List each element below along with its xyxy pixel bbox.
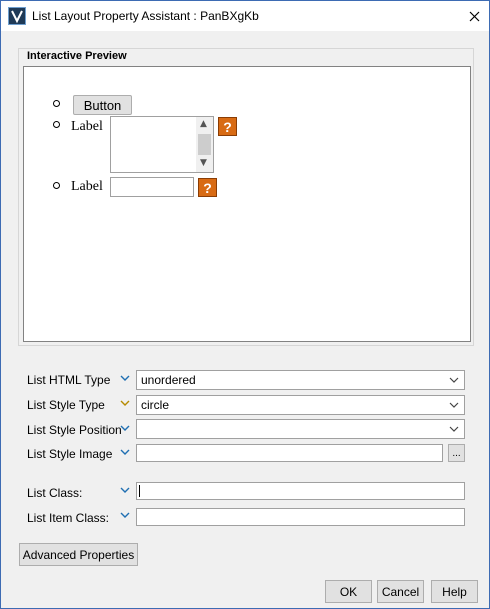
list-style-image-input[interactable] <box>136 444 443 462</box>
preview-text-input[interactable] <box>110 177 194 197</box>
list-item-class-input[interactable] <box>136 508 465 526</box>
list-html-type-value: unordered <box>141 373 196 387</box>
list-bullet <box>53 182 60 189</box>
chevron-down-icon[interactable] <box>120 423 130 433</box>
dropdown-arrow-icon <box>449 377 459 383</box>
preview-textarea[interactable]: ▲ ▼ <box>110 116 214 173</box>
list-style-position-select[interactable] <box>136 419 465 439</box>
close-icon <box>469 11 479 21</box>
app-logo-icon <box>8 7 26 25</box>
list-class-label: List Class: <box>27 486 83 500</box>
help-icon[interactable]: ? <box>198 178 217 197</box>
dropdown-arrow-icon <box>449 402 459 408</box>
close-button[interactable] <box>459 1 489 31</box>
preview-group-label: Interactive Preview <box>26 50 128 62</box>
help-button[interactable]: Help <box>431 580 478 603</box>
chevron-down-icon[interactable] <box>120 398 130 408</box>
browse-button[interactable]: ... <box>448 444 465 462</box>
chevron-down-icon[interactable] <box>120 447 130 457</box>
title-bar: List Layout Property Assistant : PanBXgK… <box>1 1 489 31</box>
preview-label-2: Label <box>71 179 103 194</box>
preview-label-1: Label <box>71 119 103 134</box>
textarea-scrollbar[interactable]: ▲ ▼ <box>196 117 213 172</box>
list-html-type-label: List HTML Type <box>27 373 111 387</box>
list-style-position-label: List Style Position <box>27 423 122 437</box>
dialog-window: List Layout Property Assistant : PanBXgK… <box>0 0 490 609</box>
window-title: List Layout Property Assistant : PanBXgK… <box>32 9 259 23</box>
list-item-class-label: List Item Class: <box>27 511 110 525</box>
ok-button[interactable]: OK <box>325 580 372 603</box>
list-style-type-select[interactable]: circle <box>136 395 465 415</box>
chevron-down-icon[interactable] <box>120 485 130 495</box>
list-style-image-label: List Style Image <box>27 447 113 461</box>
preview-button[interactable]: Button <box>73 95 132 115</box>
dropdown-arrow-icon <box>449 426 459 432</box>
help-icon[interactable]: ? <box>218 117 237 136</box>
chevron-down-icon[interactable] <box>120 373 130 383</box>
list-class-input[interactable] <box>136 482 465 500</box>
interactive-preview: Button Label ▲ ▼ ? Label ? <box>23 66 471 342</box>
scroll-down-icon[interactable]: ▼ <box>200 158 207 168</box>
text-caret <box>139 485 140 497</box>
list-bullet <box>53 100 60 107</box>
list-bullet <box>53 121 60 128</box>
cancel-button[interactable]: Cancel <box>377 580 424 603</box>
advanced-properties-button[interactable]: Advanced Properties <box>19 543 138 566</box>
chevron-down-icon[interactable] <box>120 510 130 520</box>
list-style-type-label: List Style Type <box>27 398 105 412</box>
list-style-type-value: circle <box>141 398 170 412</box>
list-html-type-select[interactable]: unordered <box>136 370 465 390</box>
scroll-up-icon[interactable]: ▲ <box>200 119 207 129</box>
scroll-thumb[interactable] <box>198 134 211 155</box>
